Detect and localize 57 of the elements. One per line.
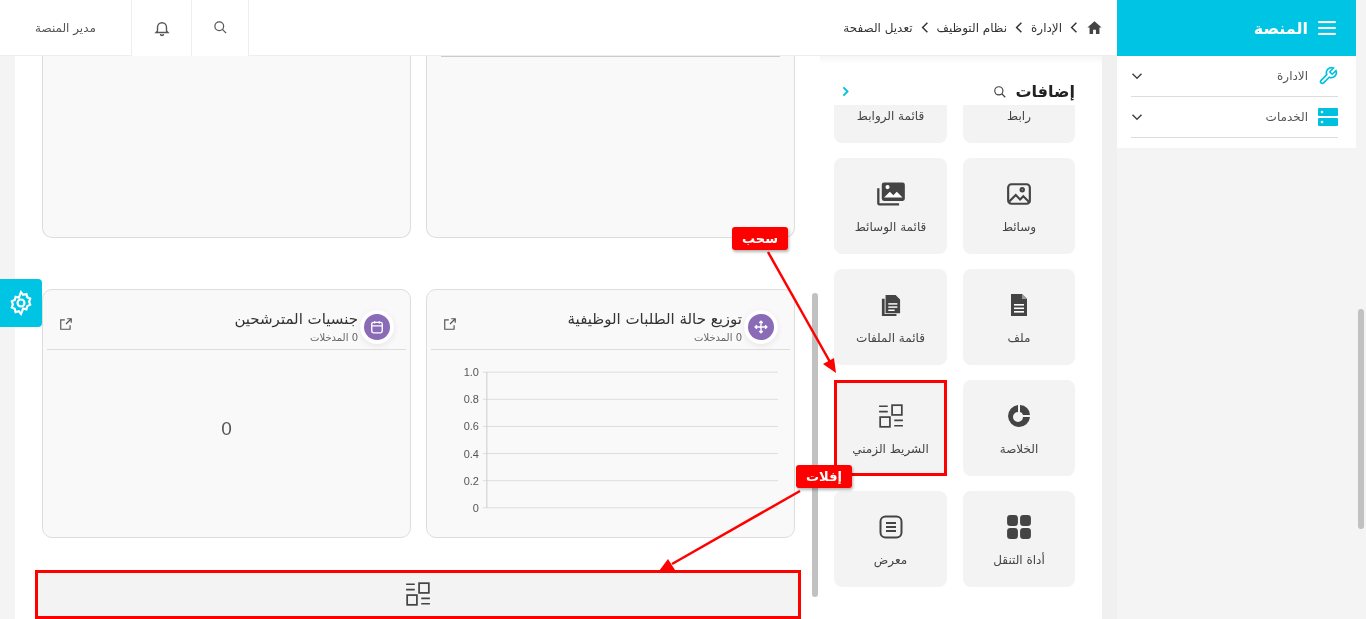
entries-count: 0 المدخلات: [310, 332, 358, 343]
external-link-icon[interactable]: [443, 317, 457, 331]
sidebar-item[interactable]: الخدمات: [1131, 97, 1338, 138]
widget-title: توزيع حالة الطلبات الوظيفية: [567, 310, 742, 328]
server-icon: [1318, 107, 1338, 127]
axis-tick-label: 0.4: [463, 447, 479, 460]
timeline-icon: [405, 581, 431, 607]
search-icon[interactable]: [993, 84, 1008, 99]
widget-tile[interactable]: أداة التنقل: [963, 491, 1075, 587]
annotation-label: إفلات: [796, 465, 852, 488]
move-icon: [754, 320, 768, 334]
sidebar-item[interactable]: الادارة: [1131, 56, 1338, 97]
file-icon: [1010, 293, 1028, 317]
app-title: المنصة: [1253, 18, 1308, 38]
chevron-icon[interactable]: [842, 86, 849, 97]
external-link-icon[interactable]: [59, 317, 73, 331]
axis-tick-label: 0.8: [463, 392, 479, 405]
chevron-icon: [920, 21, 929, 34]
entries-count: 0 المدخلات: [694, 332, 742, 343]
sidebar-label: الادارة: [1277, 69, 1308, 83]
settings-icon: [8, 290, 34, 316]
axis-tick-label: 0.2: [463, 474, 479, 487]
drop-zone[interactable]: [35, 570, 801, 619]
axis-tick-label: 1.0: [463, 365, 479, 378]
widget-title: جنسيات المترشحين: [234, 310, 358, 328]
list-icon: [878, 515, 903, 539]
donut-chart-icon: [1007, 404, 1031, 428]
search-icon: [212, 20, 228, 35]
breadcrumb-link[interactable]: الإدارة: [1031, 20, 1062, 35]
files-icon: [880, 293, 901, 317]
widget-tile[interactable]: معرض: [834, 491, 947, 587]
widget-tile[interactable]: ملف: [963, 269, 1075, 365]
image-icon: [1006, 181, 1032, 207]
menu-icon[interactable]: [1318, 21, 1336, 35]
chevron-icon: [1015, 21, 1024, 34]
widget-tile[interactable]: قائمة الملفات: [834, 269, 947, 365]
grid-icon: [1006, 514, 1032, 540]
sidebar-label: الخدمات: [1265, 110, 1308, 124]
widget-tile[interactable]: رابط: [963, 105, 1075, 143]
chevron-icon: [1070, 21, 1078, 34]
widget-tile[interactable]: الخلاصة: [963, 380, 1075, 476]
images-icon: [875, 180, 906, 208]
widget-tile[interactable]: قائمة الروابط: [834, 105, 947, 143]
widget-tile[interactable]: قائمة الوسائط: [834, 158, 947, 254]
widget-badge[interactable]: [364, 314, 390, 340]
wrench-icon: [1318, 66, 1338, 86]
timeline-icon: [877, 403, 904, 429]
annotation-label: سحب: [732, 227, 788, 250]
axis-tick-label: 0.6: [463, 419, 479, 432]
settings-button[interactable]: [0, 279, 42, 327]
calendar-icon: [370, 320, 384, 334]
home-icon[interactable]: [1086, 19, 1103, 36]
widget-value: 0: [221, 417, 232, 440]
breadcrumb-link[interactable]: نظام التوظيف: [936, 20, 1008, 35]
widget-tile[interactable]: وسائط: [963, 158, 1075, 254]
axis-tick-label: 0: [472, 501, 479, 512]
panel-title: إضافات: [1015, 82, 1075, 101]
